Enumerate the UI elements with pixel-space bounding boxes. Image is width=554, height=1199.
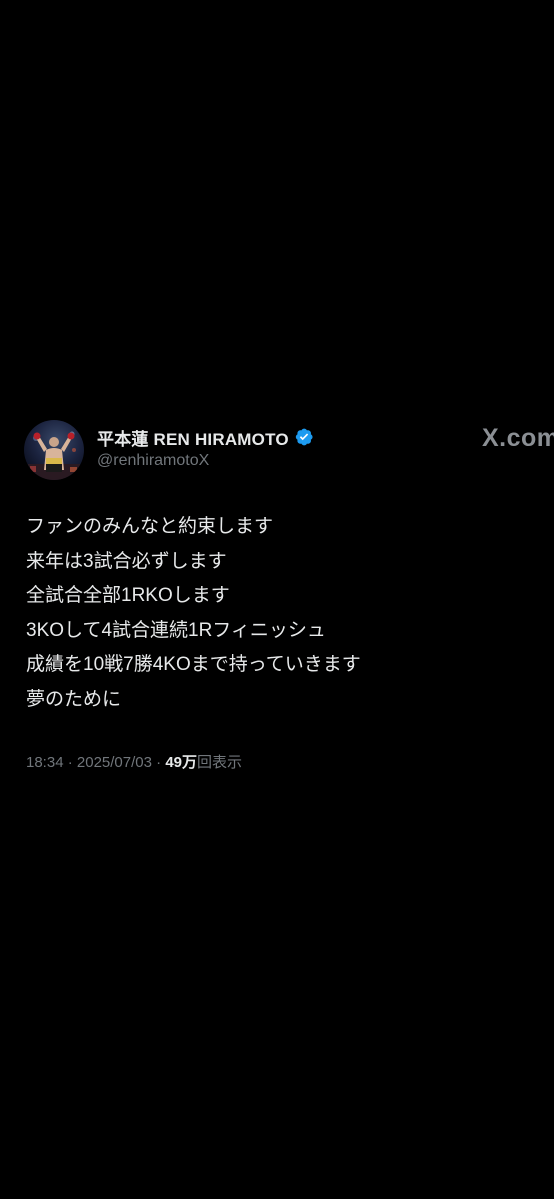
views-label: 回表示 [197, 754, 243, 771]
tweet-meta: 18:34 · 2025/07/03 · 49万回表示 [26, 751, 242, 772]
author-handle[interactable]: @renhiramotoX [97, 452, 209, 470]
tweet-date[interactable]: 2025/07/03 [77, 754, 152, 771]
verified-badge-icon [294, 427, 314, 447]
tweet-time[interactable]: 18:34 [26, 754, 64, 771]
author-name-row[interactable]: 平本蓮 REN HIRAMOTO [97, 425, 314, 450]
tweet-line: 成績を10戦7勝4KOまで持っていきます [26, 654, 361, 675]
tweet-card: 平本蓮 REN HIRAMOTO @renhiramotoX X.com ファン… [0, 0, 554, 1199]
x-brand-watermark: X.com [482, 424, 554, 452]
tweet-line: 全試合全部1RKOします [26, 585, 230, 606]
meta-separator: · [151, 754, 166, 771]
tweet-line: 夢のために [26, 688, 122, 710]
author-display-name[interactable]: 平本蓮 REN HIRAMOTO [97, 425, 289, 450]
tweet-line: 3KOして4試合連続1Rフィニッシュ [26, 619, 326, 641]
tweet-line: ファンのみんなと約束します [26, 516, 274, 537]
tweet-text: ファンのみんなと約束します 来年は3試合必ずします 全試合全部1RKOします 3… [26, 510, 526, 717]
tweet-line: 来年は3試合必ずします [26, 550, 227, 572]
avatar[interactable] [24, 420, 84, 480]
views-count: 49万 [165, 754, 197, 771]
meta-separator: · [63, 754, 77, 771]
boxer-avatar-icon [28, 431, 80, 480]
